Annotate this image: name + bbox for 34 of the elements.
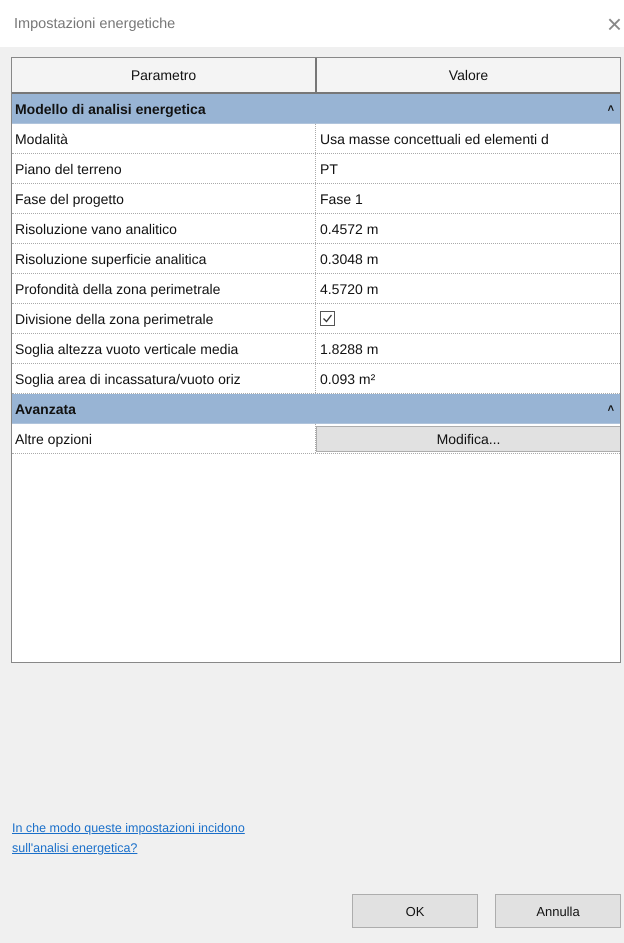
value-cell: 0.093 m² [315, 364, 620, 393]
collapse-icon[interactable]: ˄ [608, 402, 614, 414]
checkbox[interactable] [320, 311, 335, 326]
group-header[interactable]: Avanzata ˄ [12, 394, 620, 424]
value-cell: 1.8288 m [315, 334, 620, 363]
value-cell: 0.3048 m [315, 244, 620, 273]
value-cell: Usa masse concettuali ed elementi d [315, 124, 620, 153]
group-header[interactable]: Modello di analisi energetica ˄ [12, 94, 620, 124]
parameter-cell-text: Modalità [14, 130, 69, 148]
value-cell: Fase 1 [315, 184, 620, 213]
ok-button[interactable]: OK [352, 894, 478, 928]
column-header[interactable]: Valore [315, 58, 620, 92]
parameter-cell-text: Risoluzione vano analitico [14, 220, 178, 238]
window-title: Impostazioni energetiche [14, 16, 176, 32]
value-cell: 0.4572 m [315, 214, 620, 243]
value-cell: PT [315, 154, 620, 183]
help-link[interactable]: In che modo queste impostazioni incidono sull'analisi energetica? [12, 818, 302, 858]
parameter-cell-text: Risoluzione superficie analitica [14, 250, 208, 269]
group-title: Modello di analisi energetica [15, 100, 206, 116]
parameter-cell-text: Piano del terreno [14, 160, 123, 178]
parameter-cell-text: Divisione della zona perimetrale [14, 310, 214, 329]
parameter-cell-text: Profondità della zona perimetrale [14, 280, 222, 299]
edit-button[interactable]: Modifica... [316, 426, 620, 452]
group-title: Avanzata [15, 400, 76, 416]
check-icon [322, 313, 333, 324]
parameter-cell-text: Soglia altezza vuoto verticale media [14, 340, 240, 359]
parameter-cell-text: Fase del progetto [14, 190, 125, 209]
parameter-cell-text: Soglia area di incassatura/vuoto oriz [14, 370, 242, 389]
column-header[interactable]: Parametro [12, 58, 315, 92]
cancel-button[interactable]: Annulla [495, 894, 621, 928]
parameter-cell-text: Altre opzioni [14, 430, 94, 449]
collapse-icon[interactable]: ˄ [608, 102, 614, 114]
close-button[interactable]: × [606, 10, 622, 36]
value-cell: 4.5720 m [315, 274, 620, 303]
